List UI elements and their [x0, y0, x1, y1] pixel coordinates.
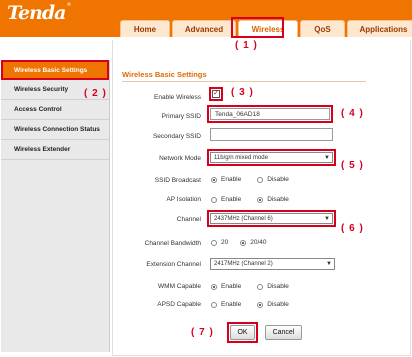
annotation-4: ( 4 ) — [341, 108, 364, 119]
sidebar-item-wireless-extender[interactable]: Wireless Extender — [1, 140, 109, 160]
annotation-3: ( 3 ) — [231, 87, 254, 98]
ok-button[interactable]: OK — [230, 325, 255, 340]
channel-bandwidth-20-40-label: 20/40 — [250, 239, 267, 246]
channel-bandwidth-group: 20 20/40 — [211, 239, 283, 246]
channel-bandwidth-20-label: 20 — [221, 239, 229, 246]
sidebar-item-access-control[interactable]: Access Control — [1, 100, 109, 120]
network-mode-label: Network Mode — [159, 155, 201, 162]
sidebar-item-wireless-basic-settings[interactable]: Wireless Basic Settings — [1, 60, 109, 80]
tab-qos[interactable]: QoS — [300, 20, 345, 37]
apsd-disable-label: Disable — [267, 301, 289, 308]
apsd-capable-label: APSD Capable — [157, 301, 201, 308]
ap-isolation-label: AP Isolation — [166, 196, 201, 203]
wmm-disable-label: Disable — [267, 283, 289, 290]
channel-bandwidth-20-40-radio[interactable] — [240, 239, 247, 246]
network-mode-value: 11b/g/n mixed mode — [214, 154, 268, 161]
sidebar: Wireless Basic Settings Wireless Securit… — [1, 60, 110, 352]
ap-isolation-enable-label: Enable — [221, 196, 242, 203]
tab-home[interactable]: Home — [120, 20, 170, 37]
ssid-broadcast-enable-label: Enable — [221, 176, 242, 183]
tab-applications[interactable]: Applications — [347, 20, 412, 37]
apsd-enable-radio[interactable] — [211, 301, 217, 308]
annotation-7: ( 7 ) — [191, 327, 214, 338]
channel-select[interactable]: 2437MHz (Channel 6) ▼ — [210, 213, 333, 224]
extension-channel-select[interactable]: 2417MHz (Channel 2) ▼ — [210, 258, 335, 270]
primary-ssid-input[interactable]: Tenda_06AD18 — [210, 108, 330, 120]
ssid-broadcast-group: Enable Disable — [211, 176, 305, 183]
section-title: Wireless Basic Settings — [122, 70, 207, 79]
wmm-disable-radio[interactable] — [257, 283, 264, 290]
chevron-down-icon: ▼ — [326, 261, 332, 267]
chevron-down-icon: ▼ — [324, 154, 330, 161]
ssid-broadcast-disable-label: Disable — [267, 176, 289, 183]
enable-wireless-checkbox[interactable]: ✓ — [212, 90, 220, 98]
ap-isolation-group: Enable Disable — [211, 196, 305, 203]
wireless-tab-highlight — [231, 17, 284, 38]
annotation-5: ( 5 ) — [341, 160, 364, 171]
header-bar: Tenda® Home Advanced Wireless QoS Applic… — [0, 0, 412, 37]
secondary-ssid-label: Secondary SSID — [152, 133, 201, 140]
ap-isolation-disable-radio[interactable] — [257, 196, 264, 203]
wmm-enable-radio[interactable] — [211, 283, 217, 290]
wmm-enable-label: Enable — [221, 283, 242, 290]
tenda-logo: Tenda® — [7, 2, 71, 24]
apsd-enable-label: Enable — [221, 301, 242, 308]
extension-channel-value: 2417MHz (Channel 2) — [214, 261, 273, 267]
apsd-capable-group: Enable Disable — [211, 301, 305, 308]
ap-isolation-enable-radio[interactable] — [211, 196, 217, 203]
ssid-broadcast-disable-radio[interactable] — [257, 176, 264, 183]
annotation-2: ( 2 ) — [84, 88, 107, 99]
tab-advanced[interactable]: Advanced — [172, 20, 236, 37]
sidebar-item-wireless-connection-status[interactable]: Wireless Connection Status — [1, 120, 109, 140]
ssid-broadcast-enable-radio[interactable] — [211, 176, 217, 183]
secondary-ssid-input[interactable] — [210, 128, 333, 141]
section-divider — [122, 81, 366, 82]
apsd-disable-radio[interactable] — [257, 301, 264, 308]
ssid-broadcast-label: SSID Broadcast — [154, 177, 201, 184]
annotation-6: ( 6 ) — [341, 223, 364, 234]
ap-isolation-disable-label: Disable — [267, 196, 289, 203]
channel-bandwidth-label: Channel Bandwidth — [144, 240, 201, 247]
network-mode-select[interactable]: 11b/g/n mixed mode ▼ — [210, 152, 333, 163]
channel-bandwidth-20-radio[interactable] — [211, 239, 217, 246]
chevron-down-icon: ▼ — [324, 215, 330, 222]
wmm-capable-label: WMM Capable — [158, 283, 201, 290]
cancel-button[interactable]: Cancel — [265, 325, 302, 340]
channel-label: Channel — [176, 216, 201, 223]
wmm-capable-group: Enable Disable — [211, 283, 305, 290]
primary-ssid-label: Primary SSID — [161, 113, 201, 120]
enable-wireless-label: Enable Wireless — [154, 94, 201, 101]
channel-value: 2437MHz (Channel 6) — [214, 215, 273, 222]
extension-channel-label: Extension Channel — [146, 261, 201, 268]
